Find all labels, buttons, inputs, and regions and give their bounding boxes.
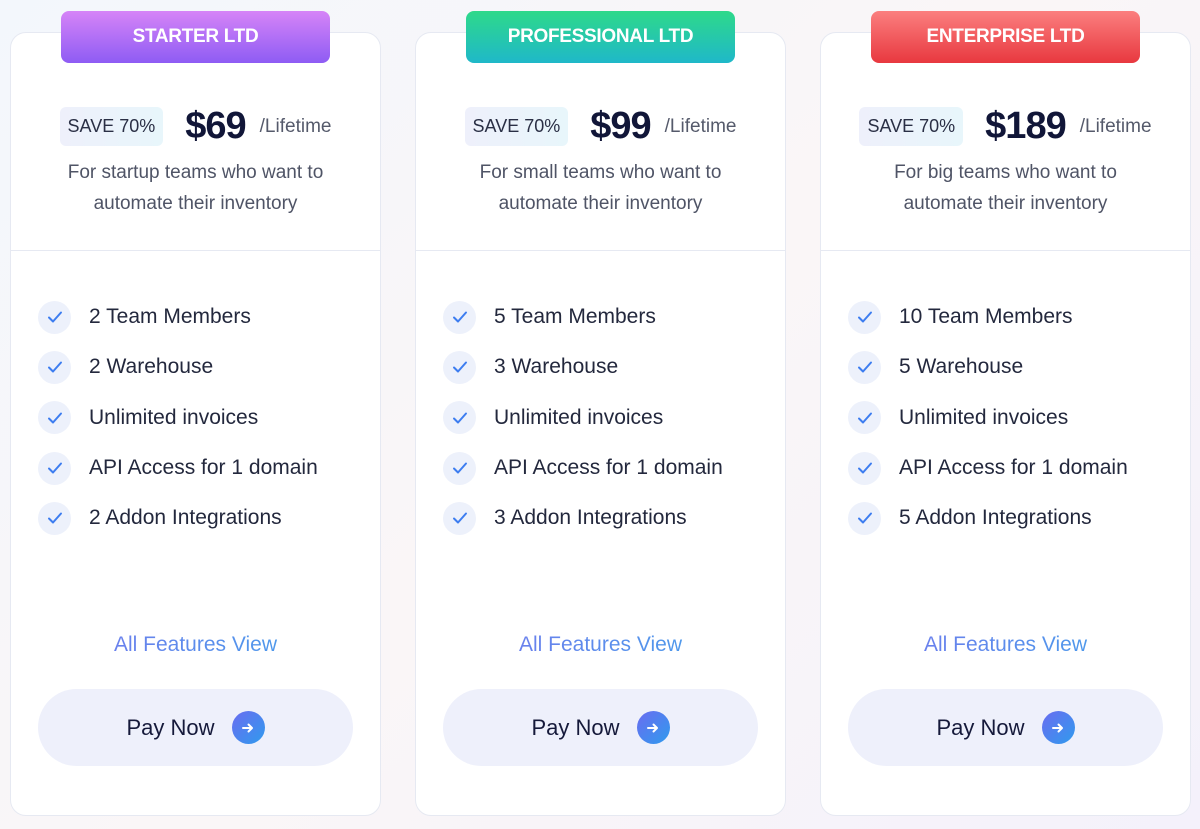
feature-text: API Access for 1 domain <box>89 456 318 480</box>
feature-list: 10 Team Members 5 Warehouse Unlimited invo… <box>848 292 1128 543</box>
feature-item: 2 Team Members <box>38 292 318 342</box>
description-line: For big teams who want to <box>894 162 1117 183</box>
plan-name-badge: STARTER LTD <box>61 11 330 63</box>
description-line: For startup teams who want to <box>67 162 324 183</box>
plan-description: For big teams who want to automate their … <box>841 157 1170 219</box>
check-icon <box>848 501 881 535</box>
feature-text: 2 Addon Integrations <box>89 506 282 530</box>
check-icon <box>848 350 881 384</box>
divider <box>11 250 380 251</box>
arrow-right-icon <box>231 711 265 744</box>
pricing-card: STARTER LTD SAVE 70% $69 /Lifetime For s… <box>10 11 381 816</box>
feature-item: API Access for 1 domain <box>38 443 318 493</box>
check-icon <box>443 501 476 535</box>
pay-now-label: Pay Now <box>936 714 1025 740</box>
price: $189 <box>985 105 1067 147</box>
check-icon <box>848 300 881 334</box>
pricing-card: ENTERPRISE LTD SAVE 70% $189 /Lifetime F… <box>820 11 1191 816</box>
all-features-link[interactable]: All Features View <box>11 633 380 657</box>
feature-item: 2 Addon Integrations <box>38 493 318 543</box>
pay-now-button[interactable]: Pay Now <box>848 689 1163 766</box>
feature-text: Unlimited invoices <box>89 405 259 429</box>
feature-text: Unlimited invoices <box>899 405 1069 429</box>
pay-now-button[interactable]: Pay Now <box>443 689 758 766</box>
feature-text: 10 Team Members <box>899 305 1073 329</box>
check-icon <box>38 501 71 535</box>
feature-text: 2 Team Members <box>89 305 251 329</box>
feature-text: Unlimited invoices <box>494 405 664 429</box>
save-badge: SAVE 70% <box>464 107 569 146</box>
feature-item: Unlimited invoices <box>443 393 723 443</box>
arrow-right-icon <box>636 711 670 744</box>
feature-text: 3 Warehouse <box>494 355 619 379</box>
plan-description: For startup teams who want to automate th… <box>31 157 360 219</box>
feature-item: API Access for 1 domain <box>848 443 1128 493</box>
price: $69 <box>185 105 246 147</box>
feature-item: API Access for 1 domain <box>443 443 723 493</box>
price-row: SAVE 70% $189 /Lifetime <box>821 105 1190 148</box>
price-period: /Lifetime <box>664 115 737 137</box>
feature-item: Unlimited invoices <box>848 393 1128 443</box>
feature-item: 5 Addon Integrations <box>848 493 1128 543</box>
pay-now-label: Pay Now <box>531 714 620 740</box>
feature-text: 2 Warehouse <box>89 355 214 379</box>
feature-item: 2 Warehouse <box>38 342 318 392</box>
check-icon <box>443 451 476 485</box>
feature-text: 5 Team Members <box>494 305 656 329</box>
feature-list: 2 Team Members 2 Warehouse Unlimited invoi… <box>38 292 318 543</box>
feature-list: 5 Team Members 3 Warehouse Unlimited invoi… <box>443 292 723 543</box>
check-icon <box>38 401 71 435</box>
description-line: automate their inventory <box>93 193 298 214</box>
arrow-right-icon <box>1041 711 1075 744</box>
description-line: automate their inventory <box>903 193 1108 214</box>
feature-item: 3 Warehouse <box>443 342 723 392</box>
divider <box>416 250 785 251</box>
pay-now-label: Pay Now <box>126 714 215 740</box>
feature-item: 10 Team Members <box>848 292 1128 342</box>
price-row: SAVE 70% $99 /Lifetime <box>416 105 785 148</box>
divider <box>821 250 1190 251</box>
feature-item: 5 Team Members <box>443 292 723 342</box>
feature-text: 5 Addon Integrations <box>899 506 1092 530</box>
feature-text: API Access for 1 domain <box>899 456 1128 480</box>
feature-text: API Access for 1 domain <box>494 456 723 480</box>
price-row: SAVE 70% $69 /Lifetime <box>11 105 380 148</box>
check-icon <box>38 451 71 485</box>
plan-name-badge: PROFESSIONAL LTD <box>466 11 735 63</box>
feature-item: 5 Warehouse <box>848 342 1128 392</box>
feature-text: 5 Warehouse <box>899 355 1024 379</box>
price-period: /Lifetime <box>1079 115 1152 137</box>
feature-text: 3 Addon Integrations <box>494 506 687 530</box>
check-icon <box>38 350 71 384</box>
price: $99 <box>590 105 651 147</box>
feature-item: 3 Addon Integrations <box>443 493 723 543</box>
description-line: automate their inventory <box>498 193 703 214</box>
plan-name-badge: ENTERPRISE LTD <box>871 11 1140 63</box>
plan-description: For small teams who want to automate thei… <box>436 157 765 219</box>
pay-now-button[interactable]: Pay Now <box>38 689 353 766</box>
price-period: /Lifetime <box>259 115 332 137</box>
check-icon <box>38 300 71 334</box>
check-icon <box>848 401 881 435</box>
all-features-link[interactable]: All Features View <box>821 633 1190 657</box>
check-icon <box>848 451 881 485</box>
check-icon <box>443 350 476 384</box>
all-features-link[interactable]: All Features View <box>416 633 785 657</box>
check-icon <box>443 401 476 435</box>
check-icon <box>443 300 476 334</box>
feature-item: Unlimited invoices <box>38 393 318 443</box>
pricing-card: PROFESSIONAL LTD SAVE 70% $99 /Lifetime … <box>415 11 786 816</box>
save-badge: SAVE 70% <box>859 107 964 146</box>
save-badge: SAVE 70% <box>59 107 164 146</box>
description-line: For small teams who want to <box>479 162 722 183</box>
